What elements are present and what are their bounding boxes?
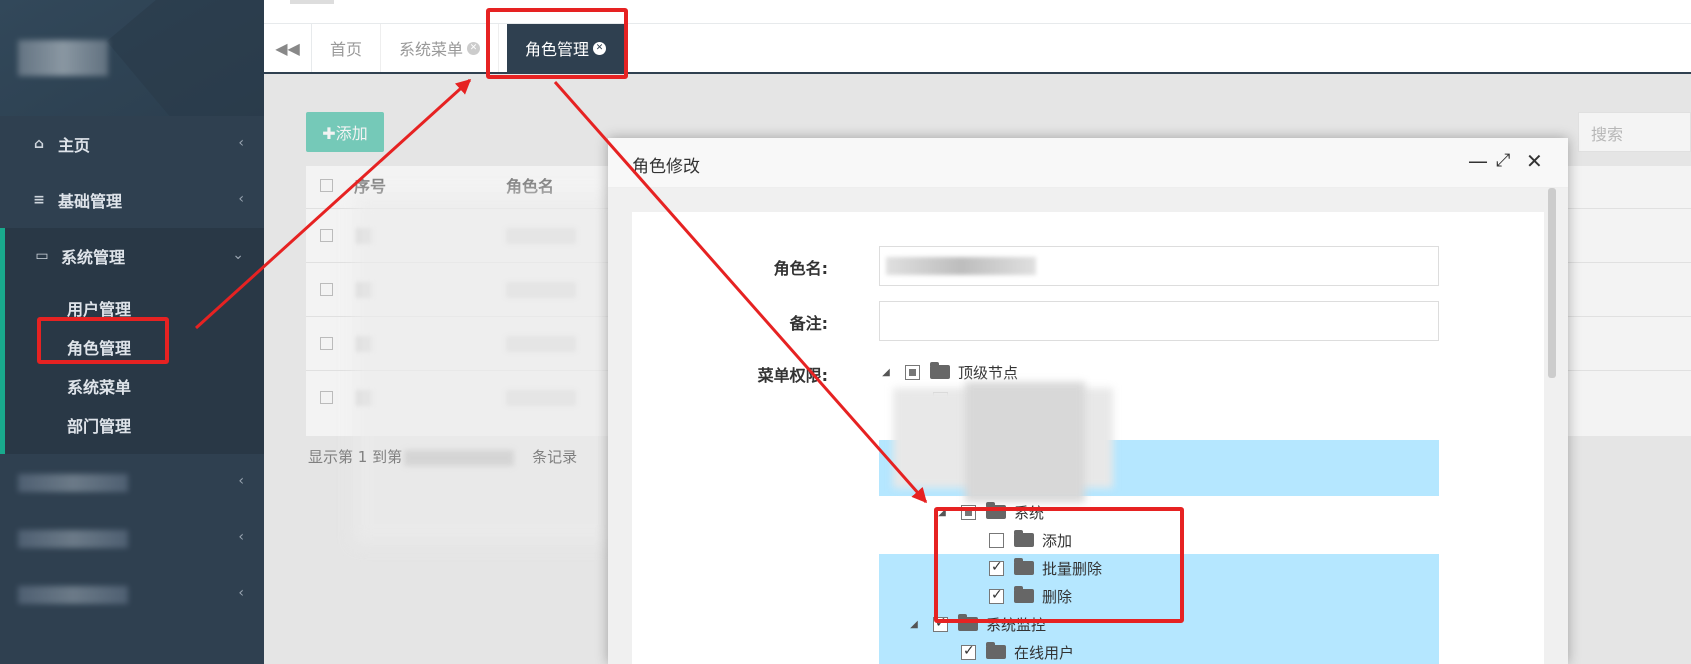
sidebar-item-departments[interactable]: 部门管理 <box>5 405 264 444</box>
close-icon[interactable]: ✕ <box>1526 150 1543 172</box>
tab-home[interactable]: 首页 <box>312 24 382 72</box>
nav-label-system: 系统管理 <box>61 248 126 267</box>
dialog-title: 角色修改 <box>632 157 700 177</box>
select-all-checkbox[interactable] <box>320 179 333 192</box>
nav-item-system[interactable]: ▭ 系统管理 ⌄ <box>0 228 264 284</box>
home-icon: ⌂ <box>33 136 45 152</box>
role-name-input[interactable] <box>879 246 1439 286</box>
chevron-left-icon: ‹ <box>238 191 244 207</box>
folder-icon <box>986 642 1006 659</box>
nav-label-home: 主页 <box>58 136 91 155</box>
tab-scroll-left-button[interactable]: ◀◀ <box>264 24 312 72</box>
top-header <box>264 0 1691 24</box>
add-button[interactable]: ✚添加 <box>306 112 384 152</box>
tab-bar: ◀◀ 首页 系统菜单 ✕ 角色管理 ✕ <box>264 24 1691 74</box>
chevron-left-icon: ‹ <box>238 135 244 151</box>
annotation-box-tab <box>486 8 628 79</box>
collapse-triangle-icon[interactable]: ◢ <box>879 367 893 378</box>
nav-item-basic[interactable]: ≡ 基础管理 ‹ <box>0 172 264 228</box>
logo-blurred <box>18 40 108 76</box>
monitor-icon: ▭ <box>35 248 49 264</box>
maximize-icon[interactable]: ⤢ <box>1496 150 1510 172</box>
tab-system-menu[interactable]: 系统菜单 ✕ <box>381 24 500 72</box>
double-chevron-left-icon: ◀◀ <box>275 38 300 58</box>
nav-item-blurred[interactable]: ‹ <box>0 510 264 566</box>
chevron-down-icon: ⌄ <box>232 247 244 263</box>
minimize-icon[interactable]: — <box>1468 150 1488 172</box>
logo-area <box>0 0 264 116</box>
folder-icon <box>930 362 950 379</box>
close-icon[interactable]: ✕ <box>467 41 481 55</box>
tree-checkbox[interactable] <box>905 364 920 380</box>
search-input[interactable]: 搜索 <box>1578 112 1691 152</box>
nav-label-basic: 基础管理 <box>58 192 123 211</box>
annotation-box-tree <box>934 507 1184 623</box>
label-menu-permission: 菜单权限: <box>757 366 828 385</box>
list-icon: ≡ <box>33 192 45 208</box>
remark-input[interactable] <box>879 301 1439 341</box>
tree-node-online-users[interactable]: 在线用户 <box>879 638 1439 664</box>
chevron-left-icon: ‹ <box>238 585 244 601</box>
annotation-box-sidebar <box>37 317 169 364</box>
chevron-left-icon: ‹ <box>238 473 244 489</box>
nav-item-blurred[interactable]: ‹ <box>0 566 264 622</box>
collapse-triangle-icon[interactable]: ◢ <box>907 619 921 630</box>
chevron-left-icon: ‹ <box>238 529 244 545</box>
nav-item-home[interactable]: ⌂ 主页 ‹ <box>0 116 264 172</box>
sidebar-item-menus[interactable]: 系统菜单 <box>5 366 264 405</box>
nav-item-blurred[interactable]: ‹ <box>0 454 264 510</box>
system-submenu: 用户管理 角色管理 系统菜单 部门管理 <box>0 284 264 454</box>
label-remark: 备注: <box>789 314 828 333</box>
dialog-header: 角色修改 — ⤢ ✕ <box>608 138 1568 188</box>
label-role-name: 角色名: <box>773 259 828 278</box>
tree-checkbox[interactable] <box>961 643 976 660</box>
dialog-scrollbar[interactable] <box>1548 188 1556 378</box>
tree-node-root[interactable]: ◢ 顶级节点 <box>879 358 1439 386</box>
logo-decoration <box>106 0 264 116</box>
